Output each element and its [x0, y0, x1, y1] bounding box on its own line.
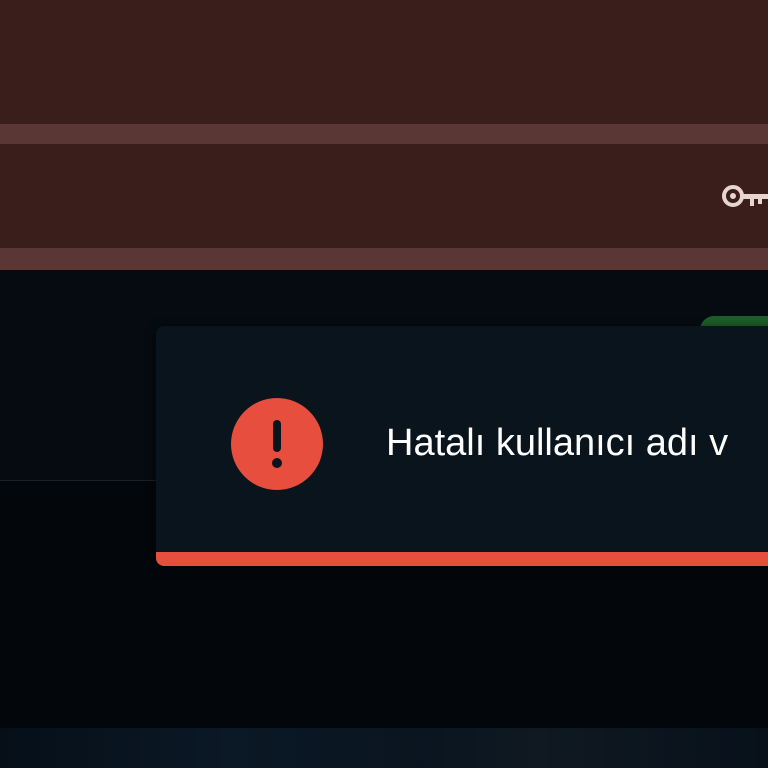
exclamation-circle-icon [231, 398, 323, 490]
header-divider-bottom [0, 248, 768, 270]
page: Hatalı kullanıcı adı v [0, 0, 768, 768]
header-divider-top [0, 124, 768, 144]
toast-message: Hatalı kullanıcı adı v [386, 422, 729, 464]
toast-progress-bar [156, 552, 768, 566]
header [0, 0, 768, 270]
error-toast[interactable]: Hatalı kullanıcı adı v [156, 326, 768, 566]
background-strip [0, 728, 768, 768]
key-icon[interactable] [720, 176, 768, 216]
